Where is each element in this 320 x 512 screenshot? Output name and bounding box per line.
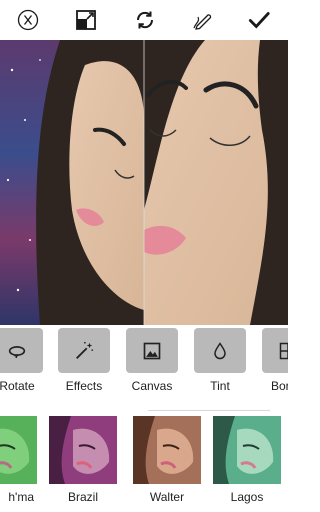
refresh-icon	[136, 11, 154, 29]
draw-button[interactable]	[189, 6, 217, 34]
close-button[interactable]	[14, 6, 42, 34]
filter-label: Lagos	[230, 490, 264, 504]
magic-wand-icon	[76, 341, 94, 359]
tools-row: Rotate Effects Canvas Tint Bor	[0, 325, 288, 400]
scroll-indicator	[148, 410, 270, 411]
filter-label: Walter	[149, 490, 185, 504]
filter-item[interactable]: h'ma	[0, 416, 38, 504]
filter-thumbnail	[213, 416, 281, 484]
tool-canvas-tile	[126, 328, 178, 373]
tool-effects-tile	[58, 328, 110, 373]
aspect-ratio-button[interactable]	[72, 6, 100, 34]
filter-thumbnail	[133, 416, 201, 484]
tool-border[interactable]: Bor	[261, 328, 288, 393]
filter-item[interactable]: Lagos	[212, 416, 282, 504]
pencil-icon	[193, 14, 212, 30]
tool-label: Rotate	[0, 379, 35, 393]
tool-label: Bor	[271, 379, 288, 393]
tool-label: Tint	[210, 379, 230, 393]
refresh-button[interactable]	[131, 6, 159, 34]
filter-item[interactable]: Brazil	[48, 416, 118, 504]
tool-border-tile	[262, 328, 288, 373]
filter-thumbnail	[49, 416, 117, 484]
filter-label: h'ma	[8, 490, 34, 504]
tool-rotate-tile	[0, 328, 43, 373]
filters-row: h'ma Brazil Walter Lagos	[0, 412, 288, 512]
filter-label: Brazil	[67, 490, 98, 504]
edited-photo	[0, 40, 288, 325]
droplet-icon	[214, 341, 226, 359]
tool-effects[interactable]: Effects	[57, 328, 111, 393]
filter-thumbnail	[0, 416, 37, 484]
tool-label: Effects	[65, 379, 103, 393]
tool-tint[interactable]: Tint	[193, 328, 247, 393]
aspect-ratio-icon	[76, 10, 96, 30]
image-icon	[143, 342, 161, 359]
tool-label: Canvas	[131, 379, 173, 393]
top-toolbar	[0, 0, 288, 40]
tool-canvas[interactable]: Canvas	[125, 328, 179, 393]
confirm-button[interactable]	[245, 6, 273, 34]
filter-item[interactable]: Walter	[132, 416, 202, 504]
checkmark-icon	[248, 12, 270, 29]
tool-tint-tile	[194, 328, 246, 373]
rotate-icon	[8, 345, 26, 358]
photo-canvas[interactable]	[0, 40, 288, 325]
close-circle-icon	[17, 9, 39, 31]
border-icon	[279, 342, 288, 359]
tool-rotate[interactable]: Rotate	[0, 328, 44, 393]
